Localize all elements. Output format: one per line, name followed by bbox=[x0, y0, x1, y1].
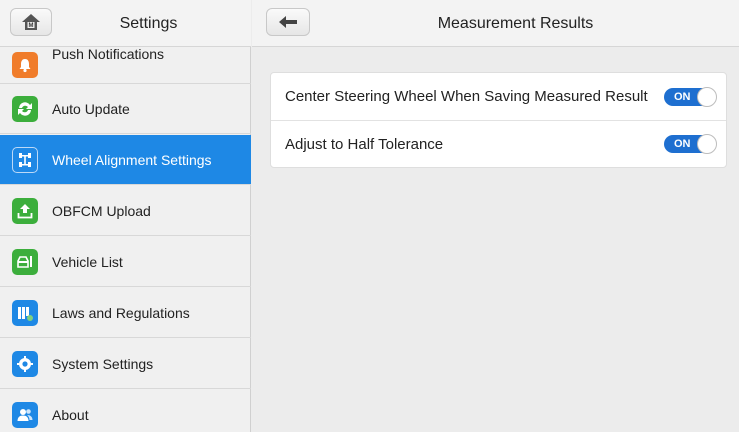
settings-sidebar: Settings M Push Notifications Auto Updat… bbox=[0, 0, 251, 432]
refresh-icon bbox=[12, 95, 38, 122]
sidebar-item-label: Push Notifications bbox=[52, 47, 165, 62]
sidebar-item-auto-update[interactable]: Auto Update bbox=[0, 84, 251, 134]
setting-label: Adjust to Half Tolerance bbox=[285, 135, 444, 153]
toggle-state-label: ON bbox=[674, 90, 691, 103]
main-header: Measurement Results bbox=[252, 0, 739, 47]
alignment-icon bbox=[12, 146, 38, 173]
sidebar-header: Settings M bbox=[0, 0, 251, 47]
page-title: Measurement Results bbox=[437, 15, 594, 32]
setting-row-half-tolerance: Adjust to Half Tolerance ON bbox=[271, 120, 726, 167]
bell-icon bbox=[12, 52, 38, 78]
toggle-state-label: ON bbox=[674, 138, 691, 150]
vehicle-icon bbox=[12, 248, 38, 275]
upload-icon bbox=[12, 197, 38, 224]
sidebar-item-laws-and-regulations[interactable]: Laws and Regulations bbox=[0, 288, 251, 338]
sidebar-item-label: About bbox=[52, 407, 89, 423]
toggle-knob bbox=[697, 134, 717, 154]
home-icon: M bbox=[22, 14, 40, 30]
back-arrow-icon bbox=[279, 16, 297, 28]
back-button[interactable] bbox=[266, 8, 310, 36]
home-button[interactable]: M bbox=[10, 8, 52, 36]
gear-icon bbox=[12, 350, 38, 377]
half-tolerance-toggle[interactable]: ON bbox=[664, 134, 717, 154]
toggle-knob bbox=[697, 86, 717, 107]
sidebar-item-label: Wheel Alignment Settings bbox=[52, 151, 212, 168]
setting-row-center-steering-wheel: Center Steering Wheel When Saving Measur… bbox=[271, 73, 726, 120]
setting-label: Center Steering Wheel When Saving Measur… bbox=[285, 88, 648, 105]
sidebar-item-label: OBFCM Upload bbox=[52, 202, 151, 219]
sidebar-item-system-settings[interactable]: System Settings bbox=[0, 339, 251, 389]
measurement-settings-card: Center Steering Wheel When Saving Measur… bbox=[270, 72, 727, 168]
books-icon bbox=[12, 299, 38, 326]
sidebar-item-vehicle-list[interactable]: Vehicle List bbox=[0, 237, 251, 287]
sidebar-item-about[interactable]: About bbox=[0, 390, 251, 432]
sidebar-item-wheel-alignment-settings[interactable]: Wheel Alignment Settings bbox=[0, 135, 251, 185]
sidebar-item-label: System Settings bbox=[52, 355, 154, 372]
sidebar-item-label: Vehicle List bbox=[52, 253, 123, 270]
center-steering-wheel-toggle[interactable]: ON bbox=[664, 86, 717, 107]
sidebar-item-label: Auto Update bbox=[52, 100, 130, 117]
people-icon bbox=[12, 402, 38, 428]
sidebar-item-label: Laws and Regulations bbox=[52, 304, 190, 321]
sidebar-item-obfcm-upload[interactable]: OBFCM Upload bbox=[0, 186, 251, 236]
sidebar-list: Push Notifications Auto Update Wheel Ali… bbox=[0, 47, 251, 432]
home-icon-letter: M bbox=[29, 23, 34, 29]
sidebar-item-push-notifications[interactable]: Push Notifications bbox=[0, 47, 251, 84]
